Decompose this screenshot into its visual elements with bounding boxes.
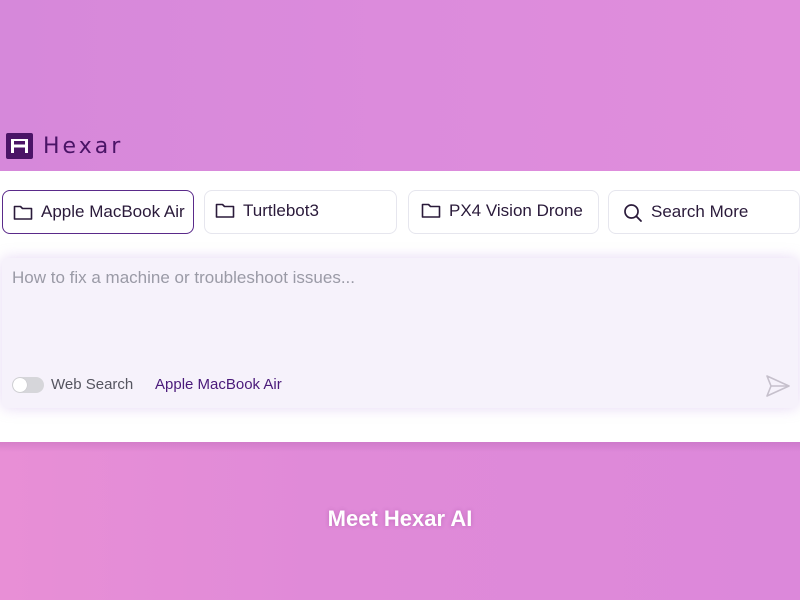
- chip-label: PX4 Vision Drone: [449, 201, 583, 220]
- chip-label: Apple MacBook Air: [41, 202, 185, 221]
- brand-name: Hexar: [43, 133, 124, 159]
- send-icon[interactable]: [765, 374, 791, 398]
- chip-label: Search More: [651, 202, 749, 221]
- web-search-label: Web Search: [51, 376, 134, 393]
- logo-mark-icon: [6, 133, 33, 159]
- selected-device-label[interactable]: Apple MacBook Air: [155, 376, 282, 393]
- chip-px4-vision-drone[interactable]: PX4 Vision Drone: [408, 190, 599, 234]
- folder-icon: [13, 203, 33, 221]
- chat-composer: Web Search Apple MacBook Air: [2, 258, 798, 408]
- search-icon: [623, 203, 643, 222]
- chip-turtlebot3[interactable]: Turtlebot3: [204, 190, 397, 234]
- prompt-input[interactable]: [12, 268, 772, 288]
- brand-logo[interactable]: Hexar: [6, 133, 123, 159]
- chip-label: Turtlebot3: [243, 201, 319, 220]
- chip-apple-macbook-air[interactable]: Apple MacBook Air: [2, 190, 194, 234]
- hero-headline: Meet Hexar AI: [327, 506, 473, 531]
- search-more-button[interactable]: Search More: [608, 190, 800, 234]
- toggle-knob: [13, 378, 27, 392]
- web-search-toggle[interactable]: [12, 377, 44, 393]
- folder-icon: [215, 201, 235, 219]
- folder-icon: [421, 201, 441, 219]
- device-chip-row: Apple MacBook Air Turtlebot3 PX4 Vision …: [2, 190, 800, 234]
